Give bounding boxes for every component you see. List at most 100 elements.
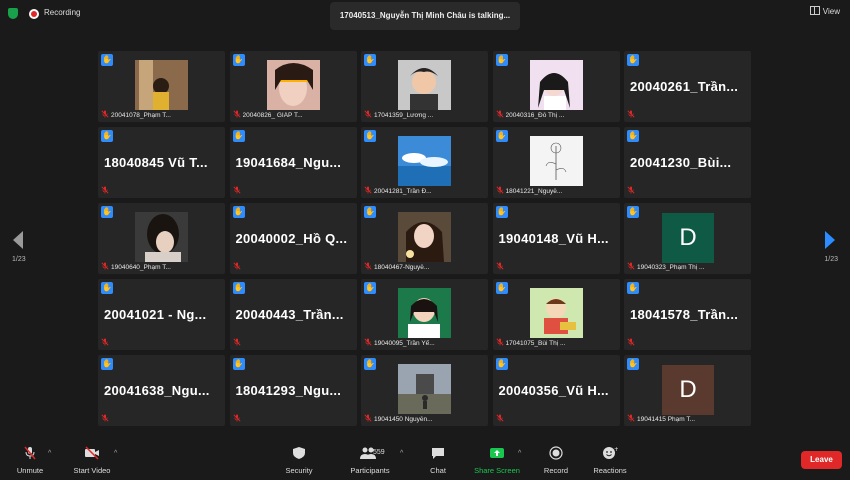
mic-muted-icon: [232, 262, 241, 270]
video-options-caret-icon[interactable]: ^: [114, 450, 117, 457]
participant-tile[interactable]: ✋ 19040095_Trần Yế...: [361, 279, 488, 350]
participants-button[interactable]: 559 Participants: [340, 440, 400, 480]
mic-muted-icon: [364, 186, 372, 194]
participant-display-name: 20040261_Trần...: [630, 79, 739, 94]
participant-name: 19041415 Phạm T...: [637, 416, 696, 423]
raised-hand-icon: ✋: [364, 282, 376, 294]
reactions-button[interactable]: + Reactions: [588, 440, 632, 480]
leave-button[interactable]: Leave: [801, 451, 842, 469]
participant-name: 17041075_Bùi Thị ...: [505, 340, 566, 347]
mic-muted-icon: [101, 110, 109, 118]
participant-tile[interactable]: ✋ 19040640_Phạm T...: [98, 203, 225, 274]
security-button[interactable]: Security: [278, 440, 320, 480]
participant-tile[interactable]: 18041578_Trần... ✋: [624, 279, 751, 350]
mic-muted-icon: [627, 414, 635, 422]
participant-display-name: 18041578_Trần...: [630, 307, 739, 322]
participant-tile[interactable]: 19041684_Ngu... ✋: [229, 127, 357, 198]
security-label: Security: [285, 466, 313, 475]
chat-button[interactable]: Chat: [420, 440, 456, 480]
participant-display-name: 20040356_Vũ H...: [498, 383, 609, 398]
mic-muted-icon: [627, 186, 635, 194]
share-screen-button[interactable]: Share Screen: [470, 440, 524, 480]
participant-tile[interactable]: 20040443_Trần... ✋: [229, 279, 357, 350]
record-label: Record: [543, 466, 569, 475]
participant-display-name: 20041638_Ngu...: [104, 383, 210, 398]
participant-tile[interactable]: ✋ 18040467-Nguyễ...: [361, 203, 488, 274]
active-speaker-banner: 17040513_Nguyễn Thị Minh Châu is talking…: [330, 2, 520, 30]
participant-name: 17041359_Lương ...: [374, 112, 434, 119]
participant-tile[interactable]: 20040002_Hồ Q... ✋: [229, 203, 357, 274]
shield-icon[interactable]: [8, 8, 18, 19]
participant-tile[interactable]: 18041293_Ngu... ✋: [229, 355, 357, 426]
participant-video: [135, 212, 188, 262]
raised-hand-icon: ✋: [101, 206, 113, 218]
mic-muted-icon: [232, 414, 241, 422]
record-icon: [549, 446, 563, 460]
participant-display-name: 20041021 - Ng...: [104, 307, 207, 322]
audio-options-caret-icon[interactable]: ^: [48, 450, 51, 457]
participant-tile[interactable]: 20041230_Bùi... ✋: [624, 127, 751, 198]
start-video-button[interactable]: Start Video: [64, 440, 120, 480]
participant-tile[interactable]: 20040356_Vũ H... ✋: [492, 355, 620, 426]
participant-video: [398, 212, 451, 262]
participants-options-caret-icon[interactable]: ^: [400, 450, 403, 457]
participants-label: Participants: [350, 466, 390, 475]
participant-video: [266, 60, 320, 110]
mic-muted-icon: [627, 338, 635, 346]
share-screen-icon: [490, 448, 504, 458]
raised-hand-icon: ✋: [495, 206, 508, 218]
participant-tile[interactable]: ✋ 20041281_Trần Đ...: [361, 127, 488, 198]
security-shield-icon: [293, 447, 305, 459]
participant-display-name: 20041230_Bùi...: [630, 155, 732, 170]
meeting-toolbar: Unmute ^ Start Video ^ Security 559 Part…: [0, 440, 850, 480]
participant-tile[interactable]: ✋ 19041450 Nguyễn...: [361, 355, 488, 426]
page-indicator-right: 1/23: [824, 256, 838, 263]
participant-video: [529, 136, 583, 186]
next-page-arrow-icon[interactable]: [820, 228, 840, 252]
mic-muted-icon: [364, 110, 372, 118]
raised-hand-icon: ✋: [364, 54, 376, 66]
participant-tile[interactable]: D ✋ 19041415 Phạm T...: [624, 355, 751, 426]
participant-tile[interactable]: ✋ 20041078_Phạm T...: [98, 51, 225, 122]
unmute-label: Unmute: [16, 466, 44, 475]
raised-hand-icon: ✋: [627, 358, 639, 370]
participant-display-name: 19041684_Ngu...: [235, 155, 342, 170]
avatar: D: [662, 365, 714, 415]
unmute-button[interactable]: Unmute: [8, 440, 52, 480]
recording-label: Recording: [44, 8, 81, 17]
participant-tile[interactable]: 20041021 - Ng... ✋: [98, 279, 225, 350]
participant-tile[interactable]: 19040148_Vũ H... ✋: [492, 203, 620, 274]
share-screen-label: Share Screen: [474, 466, 520, 475]
record-button[interactable]: Record: [538, 440, 574, 480]
participant-video: [529, 288, 583, 338]
avatar: D: [662, 213, 714, 263]
raised-hand-icon: ✋: [101, 282, 113, 294]
svg-text:+: +: [614, 446, 618, 453]
participant-tile[interactable]: D ✋ 19040323_Phạm Thị ...: [624, 203, 751, 274]
participant-name: 18041221_Nguyễ...: [505, 188, 563, 195]
mic-muted-icon: [232, 186, 241, 194]
raised-hand-icon: ✋: [627, 206, 639, 218]
mic-muted-icon: [24, 446, 36, 460]
raised-hand-icon: ✋: [101, 54, 113, 66]
participant-tile[interactable]: 20040261_Trần... ✋: [624, 51, 751, 122]
participant-tile[interactable]: 18040845 Vũ T... ✋: [98, 127, 225, 198]
mic-muted-icon: [232, 110, 241, 118]
raised-hand-icon: ✋: [232, 54, 245, 66]
participant-video: [398, 288, 451, 338]
participant-tile[interactable]: ✋ 18041221_Nguyễ...: [492, 127, 620, 198]
participant-tile[interactable]: ✋ 20040316_Đỗ Thị ...: [492, 51, 620, 122]
raised-hand-icon: ✋: [232, 282, 245, 294]
raised-hand-icon: ✋: [364, 130, 376, 142]
raised-hand-icon: ✋: [495, 54, 508, 66]
participant-tile[interactable]: ✋ 17041359_Lương ...: [361, 51, 488, 122]
previous-page-arrow-icon[interactable]: [8, 228, 28, 252]
raised-hand-icon: ✋: [232, 206, 245, 218]
view-button[interactable]: View: [809, 6, 840, 16]
participant-tile[interactable]: ✋ 20040826_ GIÁP T...: [229, 51, 357, 122]
participant-tile[interactable]: ✋ 17041075_Bùi Thị ...: [492, 279, 620, 350]
grid-icon: [809, 6, 820, 15]
share-options-caret-icon[interactable]: ^: [518, 450, 521, 457]
mic-muted-icon: [101, 414, 109, 422]
participant-tile[interactable]: 20041638_Ngu... ✋: [98, 355, 225, 426]
